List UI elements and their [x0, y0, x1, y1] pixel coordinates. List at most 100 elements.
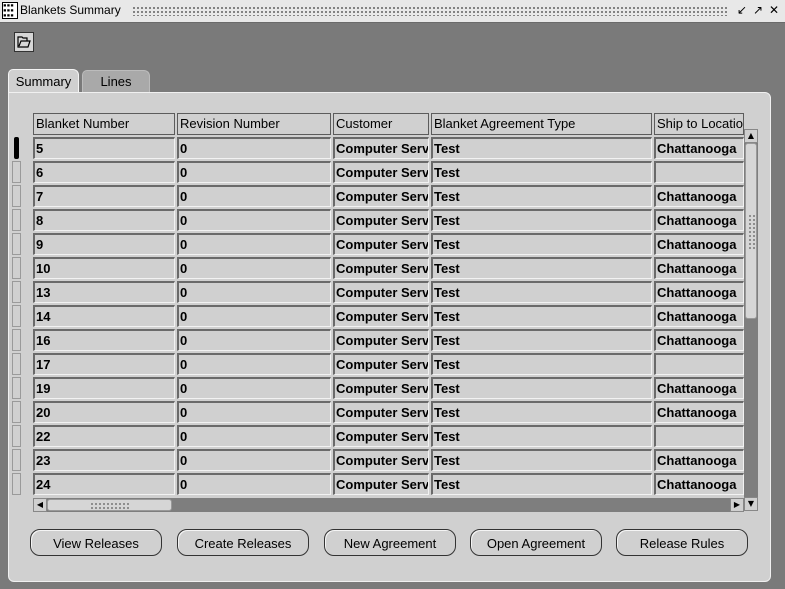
view-releases-button[interactable]: View Releases: [30, 529, 162, 556]
column-header-revision-number[interactable]: Revision Number: [177, 113, 331, 135]
agreement-type-cell[interactable]: Test: [431, 161, 652, 183]
release-rules-button[interactable]: Release Rules: [616, 529, 748, 556]
agreement-type-cell[interactable]: Test: [431, 377, 652, 399]
vertical-scrollbar[interactable]: ▲ ▼: [744, 129, 758, 511]
open-agreement-button[interactable]: Open Agreement: [470, 529, 602, 556]
blanket-number-cell[interactable]: 16: [33, 329, 175, 351]
horizontal-scrollbar[interactable]: ◀ ▶: [33, 498, 744, 512]
scroll-left-icon[interactable]: ◀: [33, 498, 47, 512]
blanket-number-cell[interactable]: 10: [33, 257, 175, 279]
row-selector[interactable]: [12, 257, 21, 279]
blanket-number-cell[interactable]: 20: [33, 401, 175, 423]
row-selector[interactable]: [12, 353, 21, 375]
customer-cell[interactable]: Computer Serv: [333, 449, 429, 471]
revision-number-cell[interactable]: 0: [177, 257, 331, 279]
customer-cell[interactable]: Computer Serv: [333, 161, 429, 183]
ship-to-location-cell[interactable]: Chattanooga: [654, 137, 744, 159]
revision-number-cell[interactable]: 0: [177, 401, 331, 423]
customer-cell[interactable]: Computer Serv: [333, 209, 429, 231]
ship-to-location-cell[interactable]: Chattanooga: [654, 377, 744, 399]
blanket-number-cell[interactable]: 22: [33, 425, 175, 447]
revision-number-cell[interactable]: 0: [177, 353, 331, 375]
vertical-scroll-thumb[interactable]: [745, 143, 757, 319]
customer-cell[interactable]: Computer Serv: [333, 425, 429, 447]
ship-to-location-cell[interactable]: Chattanooga: [654, 449, 744, 471]
scroll-down-icon[interactable]: ▼: [744, 497, 758, 511]
row-selector[interactable]: [12, 377, 21, 399]
customer-cell[interactable]: Computer Serv: [333, 473, 429, 495]
blanket-number-cell[interactable]: 7: [33, 185, 175, 207]
column-header-customer[interactable]: Customer: [333, 113, 429, 135]
revision-number-cell[interactable]: 0: [177, 281, 331, 303]
ship-to-location-cell[interactable]: Chattanooga: [654, 329, 744, 351]
row-selector[interactable]: [12, 425, 21, 447]
column-header-blanket-agreement-type[interactable]: Blanket Agreement Type: [431, 113, 652, 135]
row-selector[interactable]: [12, 161, 21, 183]
agreement-type-cell[interactable]: Test: [431, 137, 652, 159]
row-selector[interactable]: [12, 185, 21, 207]
agreement-type-cell[interactable]: Test: [431, 329, 652, 351]
agreement-type-cell[interactable]: Test: [431, 233, 652, 255]
ship-to-location-cell[interactable]: Chattanooga: [654, 401, 744, 423]
ship-to-location-cell[interactable]: Chattanooga: [654, 473, 744, 495]
row-selector[interactable]: [12, 209, 21, 231]
ship-to-location-cell[interactable]: [654, 353, 744, 375]
column-header-blanket-number[interactable]: Blanket Number: [33, 113, 175, 135]
ship-to-location-cell[interactable]: Chattanooga: [654, 305, 744, 327]
blanket-number-cell[interactable]: 14: [33, 305, 175, 327]
row-selector[interactable]: [12, 281, 21, 303]
row-selector[interactable]: [12, 401, 21, 423]
ship-to-location-cell[interactable]: Chattanooga: [654, 209, 744, 231]
customer-cell[interactable]: Computer Serv: [333, 401, 429, 423]
ship-to-location-cell[interactable]: [654, 161, 744, 183]
minimize-icon[interactable]: ↙: [735, 3, 749, 18]
close-icon[interactable]: ✕: [767, 3, 781, 18]
ship-to-location-cell[interactable]: Chattanooga: [654, 281, 744, 303]
customer-cell[interactable]: Computer Serv: [333, 353, 429, 375]
blanket-number-cell[interactable]: 5: [33, 137, 175, 159]
column-header-ship-to-location[interactable]: Ship to Locatio: [654, 113, 744, 135]
agreement-type-cell[interactable]: Test: [431, 449, 652, 471]
row-selector[interactable]: [12, 233, 21, 255]
blanket-number-cell[interactable]: 24: [33, 473, 175, 495]
customer-cell[interactable]: Computer Serv: [333, 377, 429, 399]
tab-summary[interactable]: Summary: [8, 69, 79, 94]
ship-to-location-cell[interactable]: Chattanooga: [654, 233, 744, 255]
revision-number-cell[interactable]: 0: [177, 185, 331, 207]
scroll-right-icon[interactable]: ▶: [730, 498, 744, 512]
blanket-number-cell[interactable]: 9: [33, 233, 175, 255]
agreement-type-cell[interactable]: Test: [431, 281, 652, 303]
blanket-number-cell[interactable]: 8: [33, 209, 175, 231]
scroll-up-icon[interactable]: ▲: [744, 129, 758, 143]
row-selector[interactable]: [12, 305, 21, 327]
revision-number-cell[interactable]: 0: [177, 161, 331, 183]
new-agreement-button[interactable]: New Agreement: [324, 529, 456, 556]
agreement-type-cell[interactable]: Test: [431, 473, 652, 495]
revision-number-cell[interactable]: 0: [177, 305, 331, 327]
agreement-type-cell[interactable]: Test: [431, 257, 652, 279]
revision-number-cell[interactable]: 0: [177, 209, 331, 231]
customer-cell[interactable]: Computer Serv: [333, 185, 429, 207]
create-releases-button[interactable]: Create Releases: [177, 529, 309, 556]
maximize-icon[interactable]: ↗: [751, 3, 765, 18]
customer-cell[interactable]: Computer Serv: [333, 233, 429, 255]
agreement-type-cell[interactable]: Test: [431, 185, 652, 207]
revision-number-cell[interactable]: 0: [177, 449, 331, 471]
row-selector[interactable]: [12, 473, 21, 495]
blanket-number-cell[interactable]: 6: [33, 161, 175, 183]
customer-cell[interactable]: Computer Serv: [333, 329, 429, 351]
revision-number-cell[interactable]: 0: [177, 473, 331, 495]
folder-open-button[interactable]: [14, 32, 34, 52]
agreement-type-cell[interactable]: Test: [431, 425, 652, 447]
customer-cell[interactable]: Computer Serv: [333, 257, 429, 279]
blanket-number-cell[interactable]: 13: [33, 281, 175, 303]
revision-number-cell[interactable]: 0: [177, 377, 331, 399]
agreement-type-cell[interactable]: Test: [431, 209, 652, 231]
ship-to-location-cell[interactable]: Chattanooga: [654, 257, 744, 279]
customer-cell[interactable]: Computer Serv: [333, 137, 429, 159]
blanket-number-cell[interactable]: 19: [33, 377, 175, 399]
customer-cell[interactable]: Computer Serv: [333, 281, 429, 303]
row-selector[interactable]: [14, 137, 19, 159]
agreement-type-cell[interactable]: Test: [431, 305, 652, 327]
agreement-type-cell[interactable]: Test: [431, 401, 652, 423]
